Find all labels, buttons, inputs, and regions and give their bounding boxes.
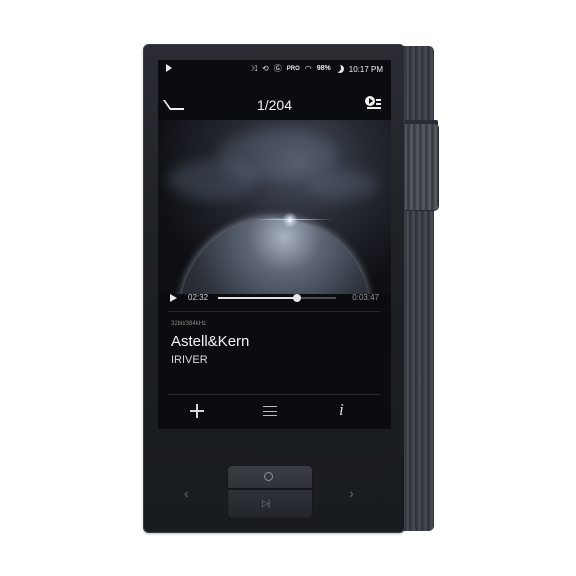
divider [168, 394, 381, 395]
gapless-icon: Ⓖ [273, 64, 282, 73]
home-button-icon[interactable] [264, 472, 273, 481]
player-screen: ⤨ ⟲ Ⓖ PRO ◠ 98% 10:17 PM 1/204 02:32 0:0… [158, 60, 391, 429]
battery-level: 98% [316, 65, 331, 72]
seek-bar[interactable] [218, 294, 336, 302]
add-icon[interactable] [190, 404, 204, 418]
bottom-action-bar: i [158, 398, 391, 426]
play-indicator-icon [166, 64, 172, 72]
play-pause-button-icon[interactable]: ▷| [262, 498, 270, 509]
menu-icon[interactable] [263, 405, 277, 417]
seek-knob[interactable] [293, 294, 302, 302]
repeat-icon: ⟲ [262, 64, 269, 73]
track-count: 1/204 [256, 97, 293, 113]
moon-icon [333, 64, 344, 73]
progress-row: 02:32 0:03:47 [158, 288, 391, 308]
hardware-key-seam [228, 488, 312, 490]
wifi-icon: ◠ [304, 64, 312, 73]
info-icon[interactable]: i [339, 400, 344, 420]
previous-button-icon[interactable]: ‹ [184, 485, 189, 501]
track-title: Astell&Kern [171, 333, 250, 350]
shuffle-icon: ⤨ [250, 64, 258, 73]
device-side-panel [400, 46, 434, 531]
player-header: 1/204 [158, 90, 391, 118]
seek-fill [218, 297, 298, 299]
planet-image [180, 218, 370, 294]
status-bar: ⤨ ⟲ Ⓖ PRO ◠ 98% 10:17 PM [158, 60, 391, 78]
play-icon[interactable] [170, 294, 177, 302]
now-playing-list-icon[interactable] [365, 96, 381, 110]
album-art [158, 120, 391, 294]
track-artist: IRIVER [171, 354, 208, 366]
clock-time: 10:17 PM [348, 64, 383, 74]
divider [168, 311, 381, 312]
total-time: 0:03:47 [352, 293, 379, 302]
status-icons: ⤨ ⟲ Ⓖ PRO ◠ 98% 10:17 PM [251, 63, 383, 75]
next-button-icon[interactable]: › [349, 485, 354, 501]
audio-format: 32bit/384kHz [171, 321, 207, 327]
elapsed-time: 02:32 [188, 293, 209, 302]
pro-badge: PRO [286, 66, 300, 72]
